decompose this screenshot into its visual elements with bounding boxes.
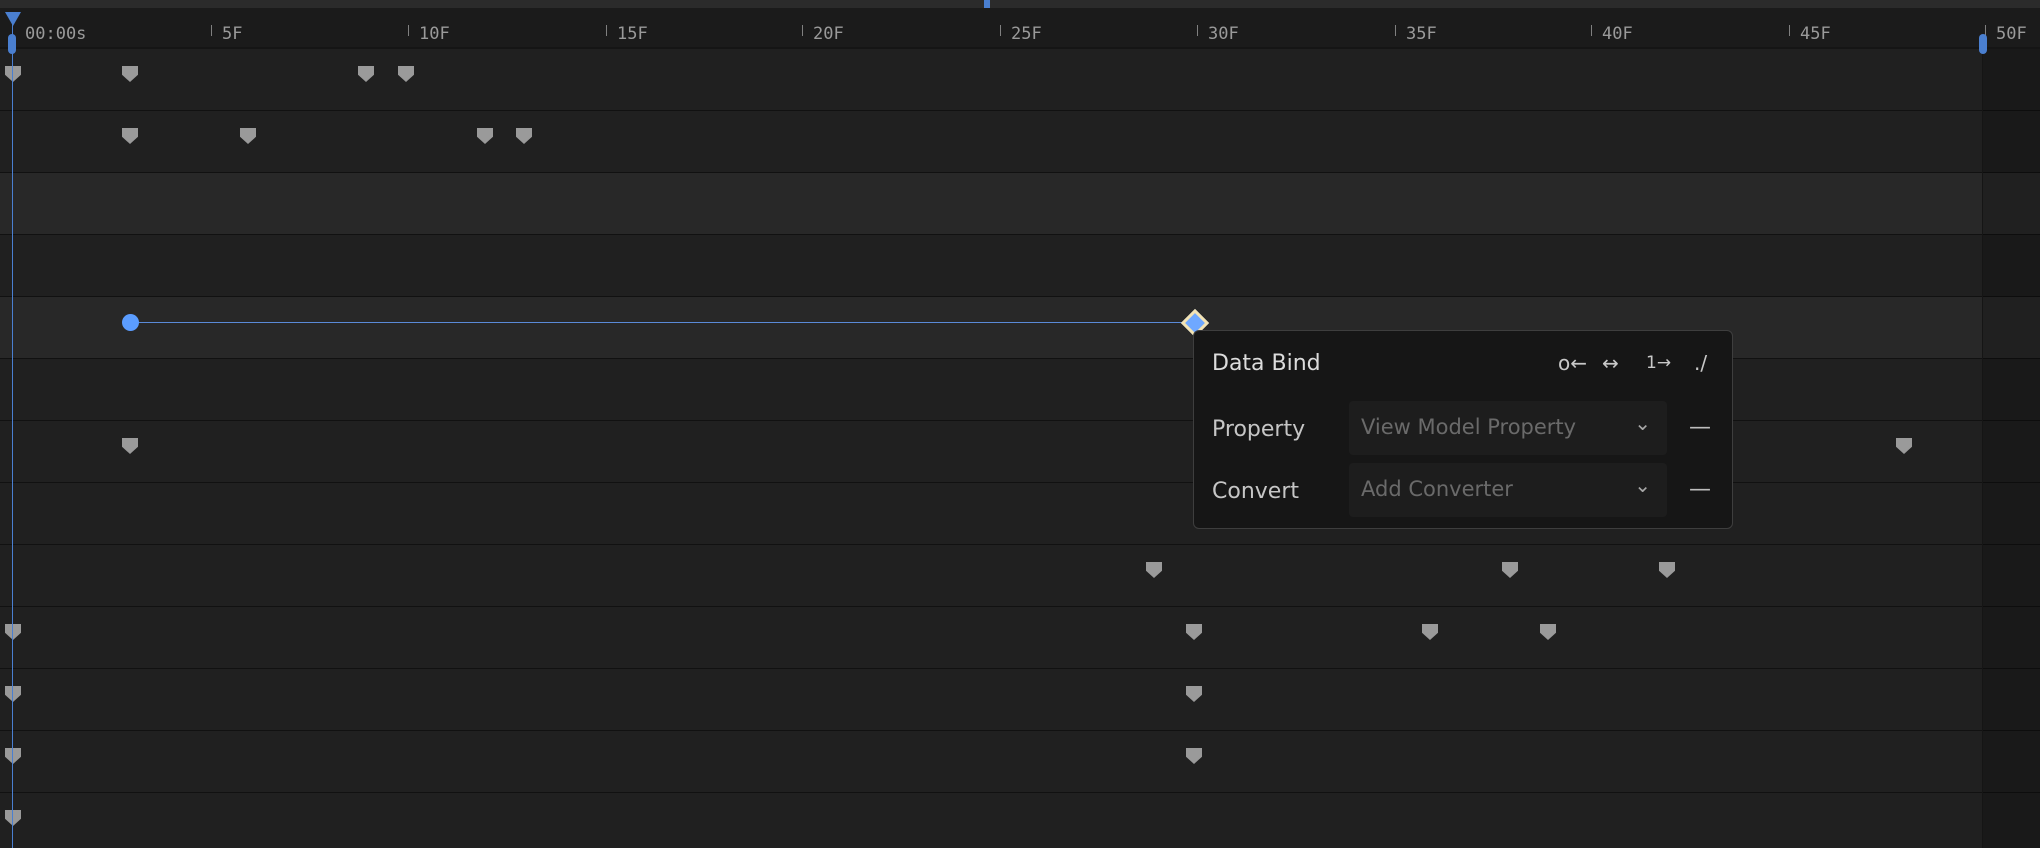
- playhead-line[interactable]: [12, 14, 13, 848]
- timeline-row[interactable]: [0, 607, 2040, 669]
- remove-converter-button[interactable]: —: [1687, 477, 1713, 503]
- timeline-row[interactable]: [0, 235, 2040, 297]
- bind-mode-toolbar: o← ↔ 1→ ./: [1558, 351, 1718, 381]
- chevron-down-icon: ⌄: [1634, 411, 1651, 435]
- ruler-tick: [408, 25, 409, 36]
- frame-label-25: 25F: [1011, 24, 1042, 44]
- bind-once-icon[interactable]: 1→: [1646, 353, 1671, 373]
- frame-label-20: 20F: [813, 24, 844, 44]
- work-area-end-shade: [1982, 49, 2040, 848]
- remove-property-button[interactable]: —: [1687, 415, 1713, 441]
- chevron-down-icon: ⌄: [1634, 473, 1651, 497]
- timeline-row[interactable]: [0, 669, 2040, 731]
- timeline-row[interactable]: [0, 731, 2040, 793]
- playhead-handle[interactable]: [5, 12, 21, 26]
- ruler-tick: [802, 25, 803, 36]
- selected-keyframe-start[interactable]: [122, 314, 139, 331]
- timeline-row[interactable]: [0, 793, 2040, 848]
- time-ruler[interactable]: 00:00s 5F 10F 15F 20F 25F 30F 35F 40F 45…: [0, 8, 2040, 48]
- property-label: Property: [1212, 417, 1306, 442]
- frame-label-35: 35F: [1406, 24, 1437, 44]
- top-scroll-strip[interactable]: [0, 0, 2040, 8]
- frame-label-40: 40F: [1602, 24, 1633, 44]
- ruler-tick: [1591, 25, 1592, 36]
- timeline-row[interactable]: [0, 483, 2040, 545]
- timeline-row[interactable]: [0, 421, 2040, 483]
- converter-select[interactable]: Add Converter ⌄: [1349, 463, 1667, 517]
- tween-interpolation-line[interactable]: [130, 322, 1194, 323]
- timeline-row[interactable]: [0, 111, 2040, 173]
- ruler-tick: [1789, 25, 1790, 36]
- scroll-marker[interactable]: [984, 0, 990, 8]
- ruler-tick: [1197, 25, 1198, 36]
- bind-two-way-icon[interactable]: ↔: [1602, 351, 1619, 375]
- relative-path-icon[interactable]: ./: [1694, 351, 1707, 375]
- popup-title: Data Bind: [1212, 351, 1321, 376]
- converter-select-value: Add Converter: [1361, 477, 1513, 501]
- property-select-value: View Model Property: [1361, 415, 1577, 439]
- playhead-time-label: 00:00s: [25, 24, 87, 44]
- ruler-tick: [606, 25, 607, 36]
- timeline-row[interactable]: [0, 359, 2040, 421]
- ruler-tick: [1000, 25, 1001, 36]
- frame-label-50: 50F: [1996, 24, 2027, 44]
- ruler-tick: [1395, 25, 1396, 36]
- frame-label-45: 45F: [1800, 24, 1831, 44]
- timeline-row[interactable]: [0, 297, 2040, 359]
- timeline-row[interactable]: [0, 173, 2040, 235]
- frame-label-30: 30F: [1208, 24, 1239, 44]
- timeline-row[interactable]: [0, 49, 2040, 111]
- timeline-row[interactable]: [0, 545, 2040, 607]
- data-bind-popup: Data Bind o← ↔ 1→ ./ Property View Model…: [1193, 330, 1733, 529]
- work-area-end-handle[interactable]: [1979, 34, 1987, 54]
- property-select[interactable]: View Model Property ⌄: [1349, 401, 1667, 455]
- ruler-tick: [211, 25, 212, 36]
- work-area-end-line: [1982, 52, 1983, 848]
- frame-label-15: 15F: [617, 24, 648, 44]
- bind-source-to-target-icon[interactable]: o←: [1558, 351, 1587, 375]
- work-area-start-handle[interactable]: [8, 34, 16, 54]
- convert-label: Convert: [1212, 479, 1299, 504]
- frame-label-5: 5F: [222, 24, 243, 44]
- frame-label-10: 10F: [419, 24, 450, 44]
